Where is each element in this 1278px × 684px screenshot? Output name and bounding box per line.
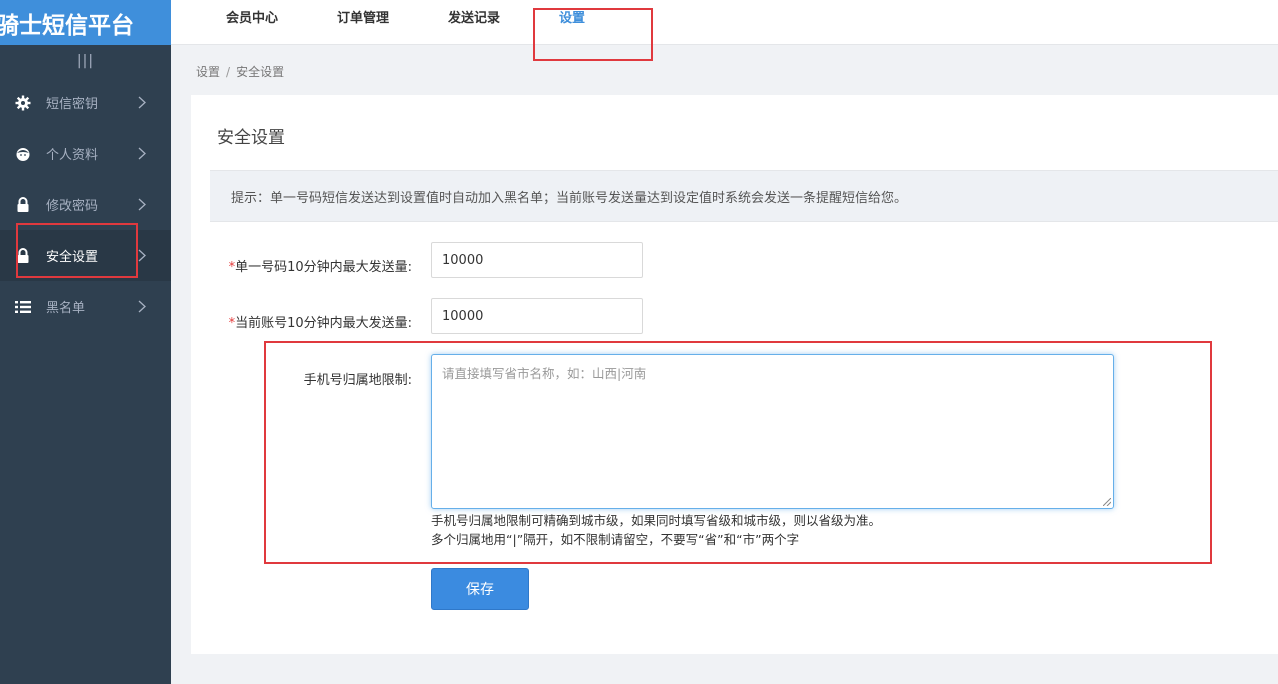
single-limit-input[interactable]: 10000 (431, 242, 643, 278)
chevron-right-icon (135, 300, 149, 313)
sidebar-item-label: 短信密钥 (46, 97, 99, 112)
list-icon (15, 299, 31, 315)
account-limit-value: 10000 (442, 308, 484, 324)
chevron-right-icon (135, 249, 149, 262)
chevron-right-icon (135, 147, 149, 160)
account-limit-input[interactable]: 10000 (431, 298, 643, 334)
menu-collapse-button[interactable]: ||| (0, 45, 171, 77)
chevron-right-icon (135, 198, 149, 211)
save-button[interactable]: 保存 (431, 568, 529, 610)
tab-member-center[interactable]: 会员中心 (226, 7, 278, 26)
region-limit-placeholder: 请直接填写省市名称，如：山西|河南 (442, 366, 647, 381)
sidebar-item-change-password[interactable]: 修改密码 (0, 179, 171, 230)
sidebar-item-sms-key[interactable]: 短信密钥 (0, 77, 171, 128)
account-limit-label-text: 当前账号10分钟内最大发送量: (235, 316, 412, 331)
brand-logo: 骑士短信平台 (0, 0, 171, 45)
resize-grip-icon[interactable] (1103, 498, 1111, 506)
account-limit-label: *当前账号10分钟内最大发送量: (172, 312, 412, 331)
breadcrumb-separator: / (226, 65, 231, 79)
sidebar-item-label: 黑名单 (46, 301, 86, 316)
chevron-right-icon (135, 96, 149, 109)
sidebar-item-label: 个人资料 (46, 148, 99, 163)
top-navbar: 会员中心 订单管理 发送记录 设置 (171, 0, 1278, 45)
help-line-1: 手机号归属地限制可精确到城市级，如果同时填写省级和城市级，则以省级为准。 (431, 513, 882, 528)
user-icon (15, 146, 31, 162)
page-title: 安全设置 (217, 128, 285, 148)
sidebar-item-label: 安全设置 (46, 250, 99, 265)
region-limit-label: 手机号归属地限制: (303, 373, 412, 388)
sidebar-item-profile[interactable]: 个人资料 (0, 128, 171, 179)
tab-settings[interactable]: 设置 (559, 7, 585, 26)
single-limit-label-text: 单一号码10分钟内最大发送量: (235, 260, 412, 275)
lock-icon (15, 196, 31, 213)
breadcrumb-link-settings[interactable]: 设置 (196, 65, 220, 79)
help-line-2: 多个归属地用“|”隔开，如不限制请留空，不要写“省”和“市”两个字 (431, 532, 800, 547)
gear-icon (15, 95, 31, 111)
breadcrumb-current: 安全设置 (236, 65, 285, 79)
tip-banner: 提示：单一号码短信发送达到设置值时自动加入黑名单；当前账号发送量达到设定值时系统… (210, 170, 1278, 222)
region-limit-textarea[interactable]: 请直接填写省市名称，如：山西|河南 (431, 354, 1114, 509)
region-limit-help: 手机号归属地限制可精确到城市级，如果同时填写省级和城市级，则以省级为准。 多个归… (431, 511, 881, 549)
sidebar-item-label: 修改密码 (46, 199, 99, 214)
lock-icon (15, 247, 31, 264)
tab-order-management[interactable]: 订单管理 (337, 7, 389, 26)
sidebar-item-security[interactable]: 安全设置 (0, 230, 171, 281)
tab-send-records[interactable]: 发送记录 (448, 7, 500, 26)
sidebar: 骑士短信平台 ||| 短信密钥 个人资料 修改密码 安全设置 黑名单 (0, 0, 171, 684)
sidebar-item-blacklist[interactable]: 黑名单 (0, 281, 171, 332)
single-limit-label: *单一号码10分钟内最大发送量: (172, 256, 412, 275)
breadcrumb: 设置 / 安全设置 (196, 63, 284, 80)
single-limit-value: 10000 (442, 252, 484, 268)
